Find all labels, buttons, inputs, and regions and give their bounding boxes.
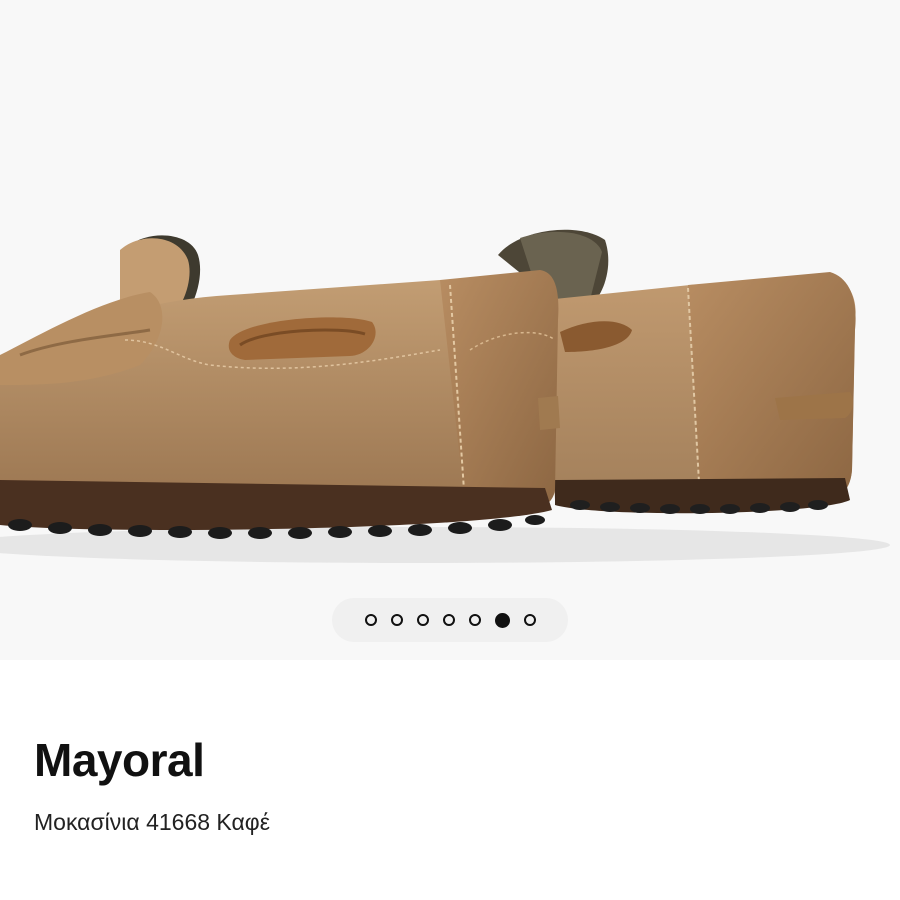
- product-title: Μοκασίνια 41668 Καφέ: [34, 809, 270, 835]
- pagination-dot-3[interactable]: [416, 614, 429, 626]
- pagination-dot-5[interactable]: [468, 614, 481, 626]
- pagination-dot-7[interactable]: [523, 614, 536, 626]
- gallery-pagination: [332, 598, 568, 642]
- pagination-dot-4[interactable]: [442, 614, 455, 626]
- product-image-gallery[interactable]: [0, 0, 900, 660]
- product-info: Mayoral Μοκασίνια 41668 Καφέ: [0, 660, 900, 838]
- product-image: [0, 0, 900, 660]
- brand-name[interactable]: Mayoral: [34, 732, 866, 788]
- pagination-dot-6[interactable]: [494, 612, 510, 628]
- pagination-dot-1[interactable]: [364, 614, 377, 626]
- pagination-dot-2[interactable]: [390, 614, 403, 626]
